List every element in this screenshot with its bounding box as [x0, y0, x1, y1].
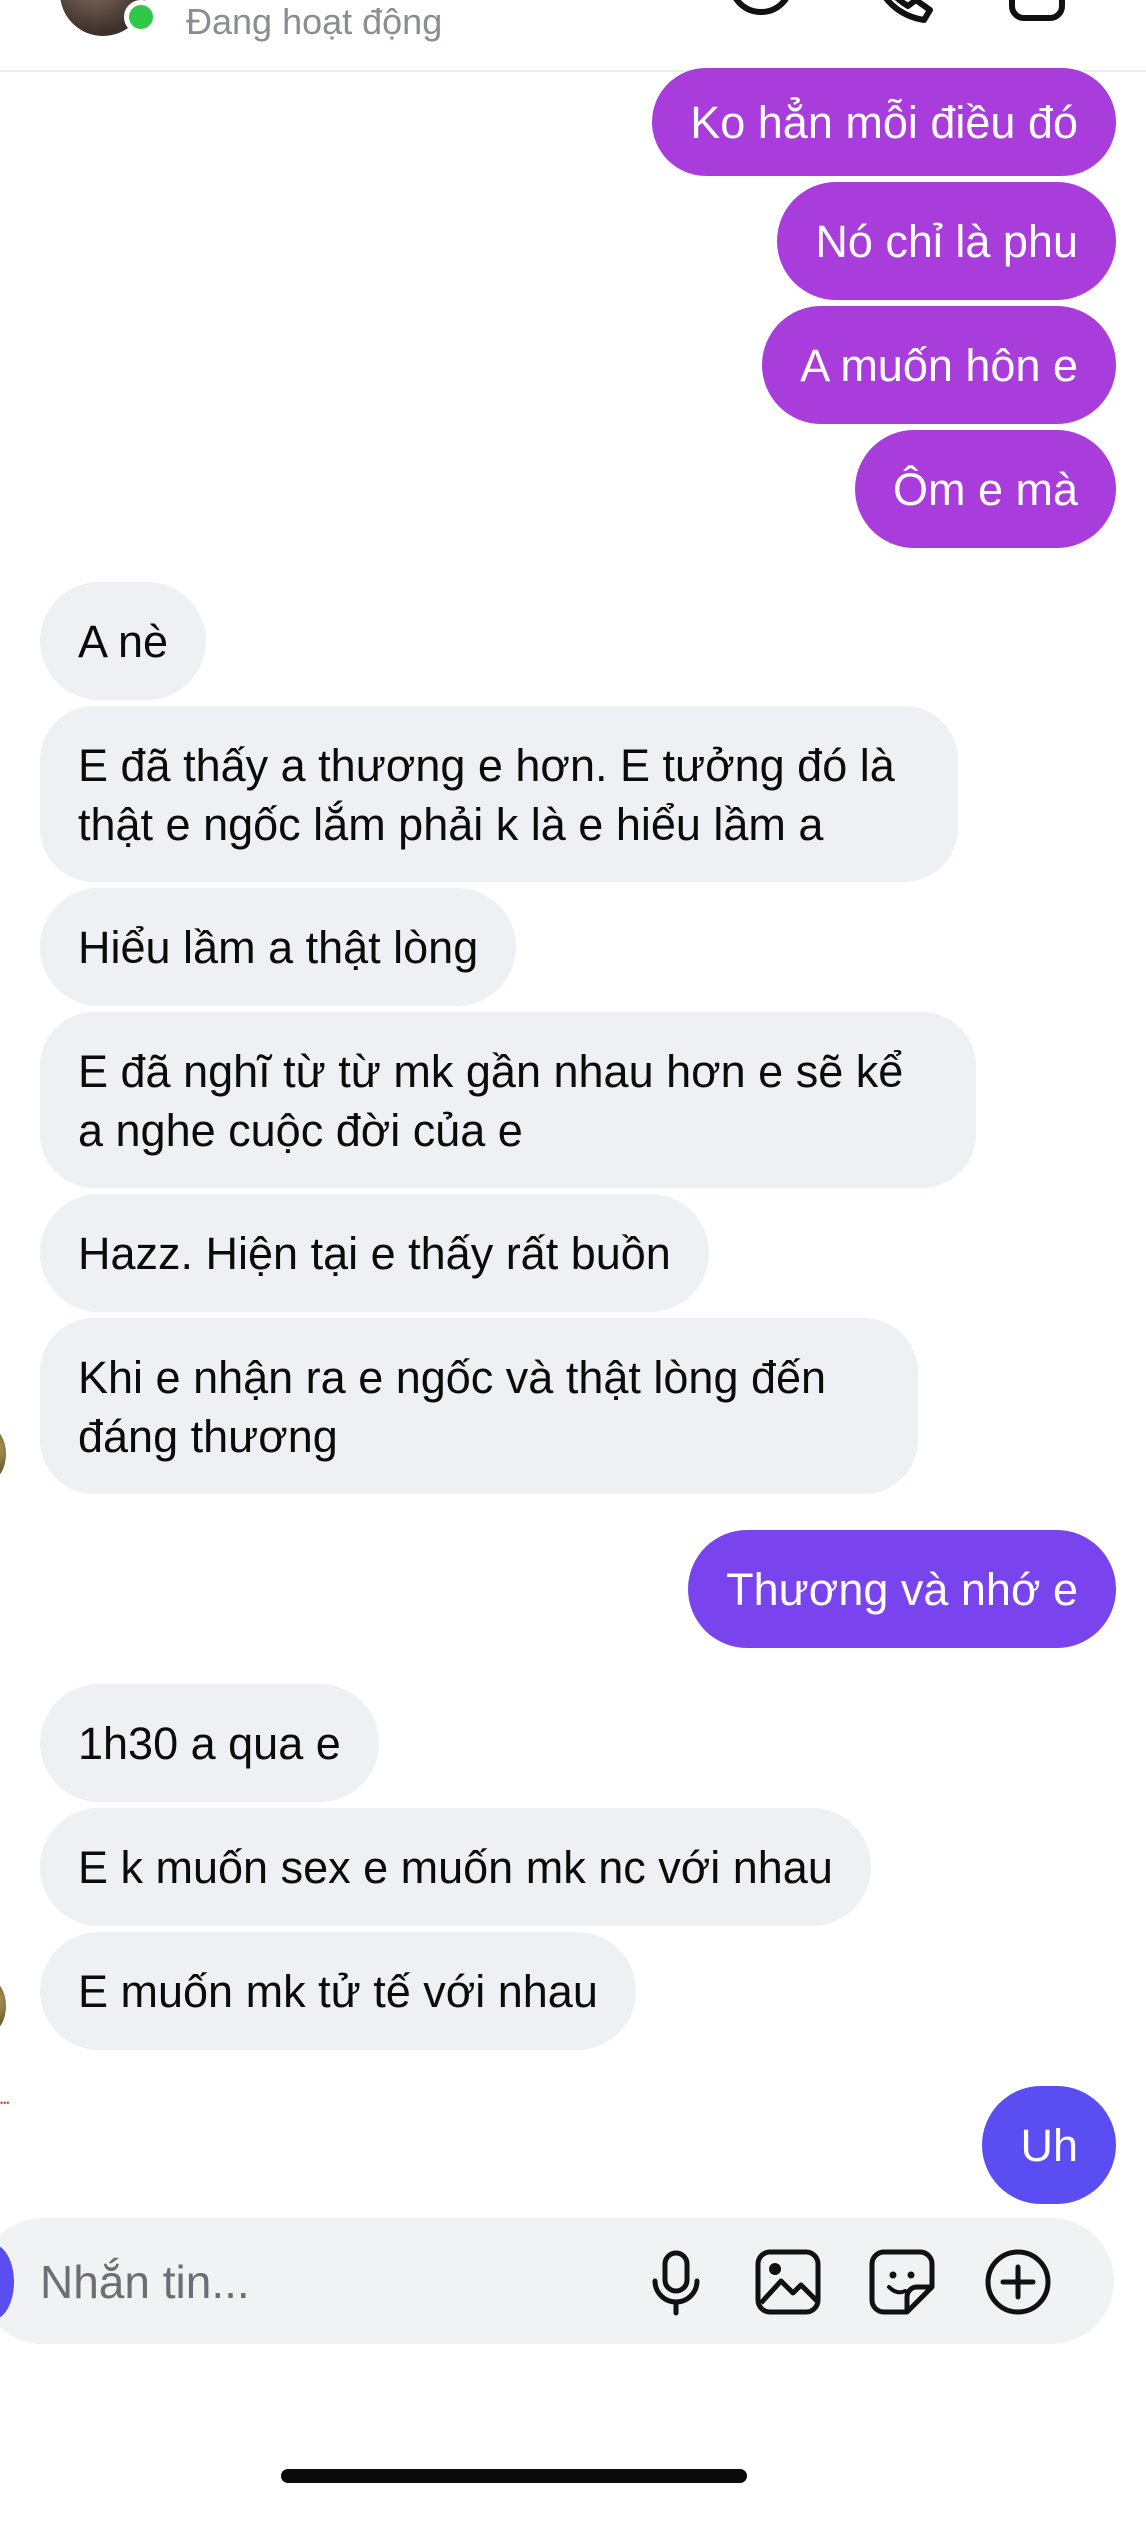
incoming-message[interactable]: A nè [40, 582, 207, 700]
message-text: A nè [78, 615, 169, 667]
message-text: Ko hẳn mỗi điều đó [690, 96, 1078, 148]
microphone-icon[interactable] [641, 2247, 711, 2317]
message-text: Uh [1020, 2119, 1078, 2171]
video-icon[interactable] [1006, 0, 1076, 24]
home-indicator [281, 2469, 747, 2483]
message-text: E k muốn sex e muốn mk nc với nhau [78, 1841, 833, 1893]
contact-avatar[interactable] [60, 0, 158, 36]
incoming-message[interactable]: Khi e nhận ra e ngốc và thật lòng đến đá… [40, 1318, 918, 1494]
message-text: 1h30 a qua e [78, 1717, 341, 1769]
incoming-message[interactable]: Hiểu lầm a thật lòng [40, 888, 517, 1006]
sticker-icon[interactable] [867, 2247, 937, 2317]
message-input[interactable] [40, 2250, 600, 2314]
message-text: E đã nghĩ từ từ mk gần nhau hơn e sẽ kể … [78, 1046, 904, 1156]
image-icon[interactable] [753, 2247, 823, 2317]
online-indicator [124, 0, 158, 34]
reaction-mark: ••• [0, 2098, 10, 2108]
message-text: Thương và nhớ e [726, 1563, 1078, 1615]
sender-avatar[interactable] [0, 1980, 6, 2032]
sticker-icon[interactable] [726, 0, 796, 24]
incoming-message[interactable]: E muốn mk tử tế với nhau [40, 1932, 636, 2050]
add-icon[interactable] [983, 2247, 1053, 2317]
message-text: Hiểu lầm a thật lòng [78, 921, 479, 973]
chat-header: Đang hoạt động [0, 0, 1146, 72]
outgoing-message[interactable]: Ôm e mà [854, 430, 1116, 548]
chat-screen: Đang hoạt động Ko hẳn mỗi điều đó Nó chỉ… [0, 0, 1146, 2525]
incoming-message[interactable]: E đã thấy a thương e hơn. E tưởng đó là … [40, 706, 958, 882]
outgoing-message[interactable]: Uh [982, 2086, 1116, 2204]
phone-icon[interactable] [866, 0, 936, 24]
incoming-message[interactable]: Hazz. Hiện tại e thấy rất buồn [40, 1194, 709, 1312]
message-text: A muốn hôn e [800, 339, 1078, 391]
message-text: Ôm e mà [892, 463, 1078, 515]
message-text: Hazz. Hiện tại e thấy rất buồn [78, 1227, 671, 1279]
outgoing-message[interactable]: Ko hẳn mỗi điều đó [652, 68, 1116, 176]
outgoing-message[interactable]: Thương và nhớ e [688, 1530, 1116, 1648]
outgoing-message[interactable]: A muốn hôn e [762, 306, 1116, 424]
sender-avatar[interactable] [0, 1428, 6, 1480]
message-text: Khi e nhận ra e ngốc và thật lòng đến đá… [78, 1352, 827, 1462]
incoming-message[interactable]: E k muốn sex e muốn mk nc với nhau [40, 1808, 871, 1926]
message-text: E muốn mk tử tế với nhau [78, 1965, 598, 2017]
incoming-message[interactable]: 1h30 a qua e [40, 1684, 379, 1802]
outgoing-message[interactable]: Nó chỉ là phu [777, 182, 1116, 300]
message-text: E đã thấy a thương e hơn. E tưởng đó là … [78, 740, 895, 850]
active-status: Đang hoạt động [186, 1, 443, 42]
message-text: Nó chỉ là phu [815, 215, 1078, 267]
incoming-message[interactable]: E đã nghĩ từ từ mk gần nhau hơn e sẽ kể … [40, 1012, 976, 1188]
